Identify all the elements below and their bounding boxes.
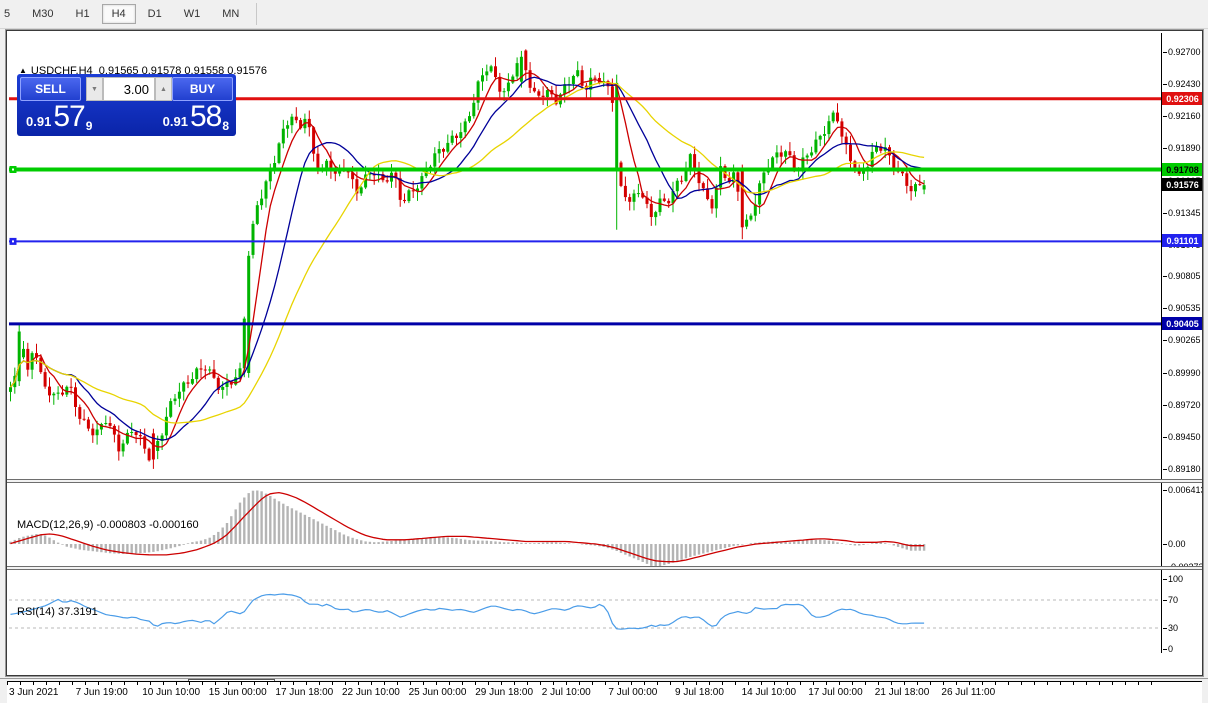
axis-tick-mark [1163, 308, 1167, 309]
time-axis-label: 29 Jun 18:00 [475, 687, 533, 698]
rsi-label: RSI(14) 37.3191 [17, 606, 98, 618]
rsi-splitter[interactable] [7, 566, 1202, 570]
time-axis-ticks [7, 682, 1159, 685]
timeframe-button-mn[interactable]: MN [212, 4, 249, 24]
axis-tick-mark [1163, 276, 1167, 277]
buy-price[interactable]: 0.91 58 8 [157, 102, 233, 132]
axis-tick-mark [1163, 490, 1167, 491]
price-tick-label: 0.89180 [1168, 464, 1201, 474]
time-axis-label: 9 Jul 18:00 [675, 687, 724, 698]
time-axis-label: 2 Jul 10:00 [542, 687, 591, 698]
buy-price-prefix: 0.91 [163, 115, 188, 128]
axis-tick-mark [1163, 148, 1167, 149]
timeframe-button-m30[interactable]: M30 [22, 4, 63, 24]
chart-window: ▲USDCHF,H4 0.91565 0.91578 0.91558 0.915… [6, 30, 1203, 676]
macd-tick-label: 0.006413 [1168, 485, 1202, 495]
time-axis-label: 14 Jul 10:00 [742, 687, 797, 698]
axis-tick-mark [1163, 469, 1167, 470]
price-badge-0-90405: 0.90405 [1162, 317, 1202, 330]
timeframe-button-h4[interactable]: H4 [102, 4, 136, 24]
axis-tick-mark [1163, 116, 1167, 117]
price-tick-label: 0.90535 [1168, 303, 1201, 313]
volume-increase-icon[interactable]: ▲ [155, 77, 172, 101]
axis-tick-mark [1163, 340, 1167, 341]
time-axis-label: 21 Jul 18:00 [875, 687, 930, 698]
rsi-tick-label: 0 [1168, 644, 1173, 653]
price-badge-0-91708: 0.91708 [1162, 163, 1202, 176]
axis-tick-mark [1163, 84, 1167, 85]
rsi-plot[interactable] [9, 573, 1161, 653]
volume-input[interactable]: 3.00 [103, 77, 155, 101]
price-axis: 0.927000.924300.921600.918900.916150.913… [1161, 33, 1202, 653]
time-axis-label: 7 Jun 19:00 [76, 687, 128, 698]
time-axis-label: 7 Jul 00:00 [608, 687, 657, 698]
axis-tick-mark [1163, 544, 1167, 545]
time-axis-label: 10 Jun 10:00 [142, 687, 200, 698]
axis-tick-mark [1163, 628, 1167, 629]
price-badge-0-91101: 0.91101 [1162, 234, 1202, 247]
price-tick-label: 0.90265 [1168, 335, 1201, 345]
buy-price-sup: 8 [222, 120, 229, 132]
time-axis-label: 22 Jun 10:00 [342, 687, 400, 698]
buy-price-big: 58 [190, 102, 221, 132]
price-tick-label: 0.92160 [1168, 111, 1201, 121]
timeframe-button-d1[interactable]: D1 [138, 4, 172, 24]
price-badge-0-92306: 0.92306 [1162, 92, 1202, 105]
timeframe-button-w1[interactable]: W1 [174, 4, 211, 24]
axis-tick-mark [1163, 52, 1167, 53]
price-tick-label: 0.90805 [1168, 271, 1201, 281]
toolbar-separator [256, 3, 257, 25]
axis-tick-mark [1163, 405, 1167, 406]
time-axis-label: 3 Jun 2021 [9, 687, 59, 698]
price-badge-0-91576: 0.91576 [1162, 178, 1202, 191]
time-axis-label: 17 Jul 00:00 [808, 687, 863, 698]
price-tick-label: 0.92700 [1168, 47, 1201, 57]
timeframe-toolbar: 5M30H1H4D1W1MN [0, 0, 1208, 29]
timeframe-button-h1[interactable]: H1 [66, 4, 100, 24]
mt4-terminal: 5M30H1H4D1W1MN ▲USDCHF,H4 0.91565 0.9157… [0, 0, 1208, 703]
macd-label: MACD(12,26,9) -0.000803 -0.000160 [17, 519, 199, 531]
one-click-trade-panel: SELL ▼ 3.00 ▲ BUY 0.91 57 9 0.91 58 8 [17, 74, 236, 136]
time-axis-label: 17 Jun 18:00 [275, 687, 333, 698]
time-axis-label: 26 Jul 11:00 [941, 687, 995, 698]
sell-price-sup: 9 [86, 120, 93, 132]
price-tick-label: 0.92430 [1168, 79, 1201, 89]
axis-tick-mark [1163, 579, 1167, 580]
sell-price-prefix: 0.91 [26, 115, 51, 128]
axis-tick-mark [1163, 213, 1167, 214]
volume-decrease-icon[interactable]: ▼ [86, 77, 103, 101]
time-axis-label: 15 Jun 00:00 [209, 687, 267, 698]
time-axis: 3 Jun 2021 7 Jun 19:00 10 Jun 10:00 15 Jun … [7, 681, 1202, 703]
price-tick-label: 0.89990 [1168, 368, 1201, 378]
macd-tick-label: 0.00 [1168, 539, 1186, 549]
sell-button[interactable]: SELL [20, 77, 81, 101]
buy-button[interactable]: BUY [172, 77, 233, 101]
axis-tick-mark [1163, 649, 1167, 650]
sell-price[interactable]: 0.91 57 9 [20, 102, 96, 132]
axis-tick-mark [1163, 373, 1167, 374]
rsi-tick-label: 70 [1168, 595, 1178, 605]
rsi-tick-label: 100 [1168, 574, 1183, 584]
axis-tick-mark [1163, 600, 1167, 601]
time-axis-label: 25 Jun 00:00 [409, 687, 467, 698]
price-tick-label: 0.89720 [1168, 400, 1201, 410]
macd-splitter[interactable] [7, 479, 1202, 483]
axis-tick-mark [1163, 437, 1167, 438]
price-tick-label: 0.91345 [1168, 208, 1201, 218]
sell-price-big: 57 [53, 102, 84, 132]
price-tick-label: 0.89450 [1168, 432, 1201, 442]
price-tick-label: 0.91890 [1168, 143, 1201, 153]
timeframe-button-5[interactable]: 5 [0, 4, 20, 24]
rsi-tick-label: 30 [1168, 623, 1178, 633]
